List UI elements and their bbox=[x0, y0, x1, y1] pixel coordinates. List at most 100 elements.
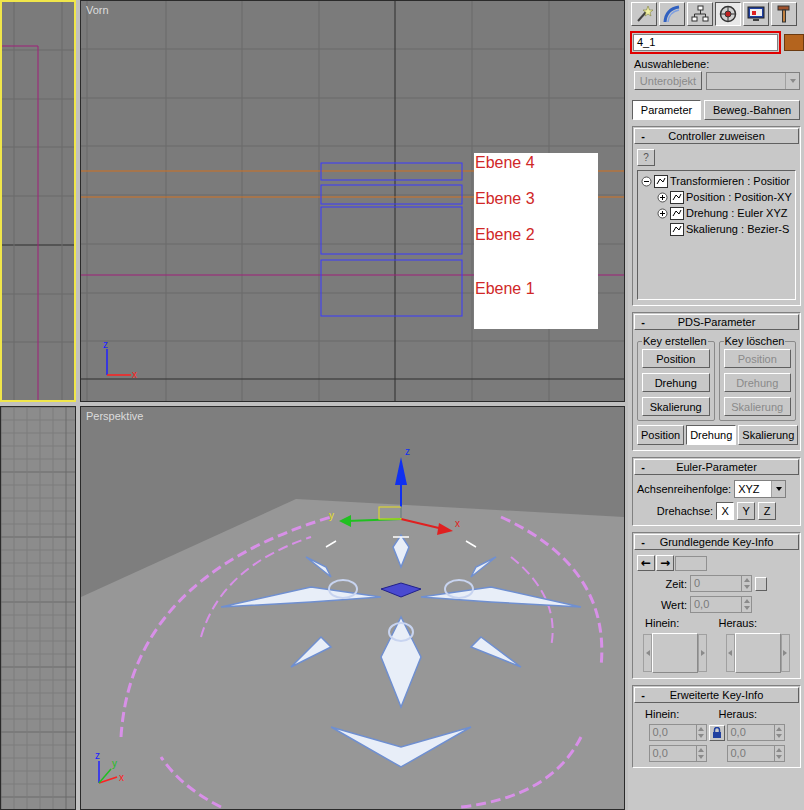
spinner-arrows[interactable] bbox=[775, 724, 785, 741]
axis-button[interactable]: Z bbox=[758, 502, 776, 520]
collapse-icon[interactable] bbox=[641, 176, 652, 187]
tangent-button[interactable] bbox=[735, 633, 781, 673]
motion-tab[interactable]: Beweg.-Bahnen bbox=[704, 100, 800, 120]
expand-icon[interactable] bbox=[657, 208, 668, 219]
rollout-collapse[interactable]: - bbox=[635, 689, 651, 701]
tree-item[interactable]: Transformieren : Positior bbox=[641, 173, 795, 189]
tree-item[interactable]: Skalierung : Bezier-S bbox=[641, 221, 795, 237]
axis-button[interactable]: Y bbox=[737, 502, 755, 520]
arrow-down-icon bbox=[698, 755, 704, 759]
viewport-label[interactable]: Perspektive bbox=[86, 410, 143, 422]
panel-tab[interactable] bbox=[659, 2, 685, 26]
in-label: Hinein: bbox=[645, 617, 715, 629]
tree-item[interactable]: Position : Position-XY bbox=[641, 189, 795, 205]
rollout-title: Erweiterte Key-Info bbox=[651, 689, 782, 701]
spinner-arrows[interactable] bbox=[697, 724, 707, 741]
key-button[interactable]: Drehung bbox=[642, 373, 710, 392]
euler-rollout: -Euler-ParameterAchsenreihenfolge:XYZDre… bbox=[632, 457, 801, 526]
lock-button[interactable] bbox=[709, 725, 725, 741]
controller-icon bbox=[670, 191, 684, 204]
axis-tripod-icon: zx bbox=[103, 339, 137, 380]
in-label: Hinein: bbox=[645, 708, 715, 720]
object-name-field[interactable]: 4_1 bbox=[633, 34, 778, 51]
key-button[interactable]: Skalierung bbox=[724, 397, 792, 416]
spinner[interactable]: 0,0 bbox=[649, 745, 707, 762]
svg-text:y: y bbox=[329, 510, 334, 521]
spinner[interactable]: 0,0 bbox=[727, 724, 785, 741]
next-key-button[interactable]: → bbox=[656, 555, 674, 571]
move-gizmo-icon[interactable]: zyx bbox=[329, 446, 460, 535]
rollout-header[interactable]: -Grundlegende Key-Info bbox=[634, 534, 799, 550]
rollout-collapse[interactable]: - bbox=[635, 130, 651, 142]
rollout-header[interactable]: -Controller zuweisen bbox=[634, 128, 799, 144]
axis-tripod-icon: zxy bbox=[95, 750, 124, 783]
display-icon bbox=[746, 4, 766, 24]
spinner-field[interactable]: 0,0 bbox=[649, 724, 697, 741]
spinner-field[interactable]: 0,0 bbox=[727, 745, 775, 762]
rollout-collapse[interactable]: - bbox=[635, 461, 651, 473]
subobject-button[interactable]: Unterobjekt bbox=[634, 71, 702, 90]
key-button[interactable]: Drehung bbox=[724, 373, 792, 392]
perspective-scene: zyx zxy bbox=[81, 407, 625, 810]
spinner-field[interactable]: 0,0 bbox=[727, 724, 775, 741]
pds-tab[interactable]: Drehung bbox=[686, 425, 736, 445]
prev-key-button[interactable]: ← bbox=[637, 555, 655, 571]
motion-tab[interactable]: Parameter bbox=[632, 100, 701, 120]
spinner[interactable]: 0 bbox=[690, 575, 752, 592]
panel-tab[interactable] bbox=[715, 2, 741, 26]
spinner[interactable]: 0,0 bbox=[727, 745, 785, 762]
perspective-viewport[interactable]: zyx zxy Perspektive bbox=[80, 406, 625, 810]
layer-label: Ebene 3 bbox=[475, 190, 535, 208]
front-viewport[interactable]: zxVornEbene 4Ebene 3Ebene 2Ebene 1 bbox=[80, 0, 625, 402]
axis-order-dropdown[interactable]: XYZ bbox=[734, 480, 786, 498]
motion-icon bbox=[718, 4, 738, 24]
svg-text:x: x bbox=[132, 369, 137, 380]
tangent-next-button[interactable] bbox=[781, 634, 790, 672]
arrow-down-icon bbox=[744, 606, 750, 610]
rollout-header[interactable]: -PDS-Parameter bbox=[634, 314, 799, 330]
tangent-prev-button[interactable] bbox=[643, 634, 652, 672]
object-color-swatch[interactable] bbox=[784, 34, 804, 51]
rollout-header[interactable]: -Euler-Parameter bbox=[634, 459, 799, 475]
spinner-arrows[interactable] bbox=[775, 745, 785, 762]
axis-button[interactable]: X bbox=[716, 502, 734, 520]
rollout-collapse[interactable]: - bbox=[635, 536, 651, 548]
spinner-arrows[interactable] bbox=[742, 596, 752, 613]
spinner-arrows[interactable] bbox=[742, 575, 752, 592]
expand-icon[interactable] bbox=[657, 192, 668, 203]
bottom-left-viewport[interactable] bbox=[0, 406, 76, 810]
panel-tab[interactable] bbox=[743, 2, 769, 26]
top-left-viewport[interactable] bbox=[0, 0, 76, 402]
assign-controller-rollout: -Controller zuweisen? Transformieren : Po… bbox=[632, 126, 801, 306]
key-button[interactable]: Position bbox=[642, 349, 710, 368]
panel-tab[interactable] bbox=[631, 2, 657, 26]
panel-tab[interactable] bbox=[687, 2, 713, 26]
tree-item[interactable]: Drehung : Euler XYZ bbox=[641, 205, 795, 221]
rollout-header[interactable]: -Erweiterte Key-Info bbox=[634, 687, 799, 703]
spinner-field[interactable]: 0,0 bbox=[649, 745, 697, 762]
tangent-group bbox=[637, 633, 714, 673]
tangent-prev-button[interactable] bbox=[726, 634, 735, 672]
spinner[interactable]: 0,0 bbox=[649, 724, 707, 741]
spinner-field[interactable]: 0,0 bbox=[690, 596, 742, 613]
panel-tab[interactable] bbox=[771, 2, 797, 26]
rollout-collapse[interactable]: - bbox=[635, 316, 651, 328]
pds-rollout: -PDS-ParameterKey erstellenPositionDrehu… bbox=[632, 312, 801, 451]
spinner[interactable]: 0,0 bbox=[690, 596, 752, 613]
assign-controller-button[interactable]: ? bbox=[637, 149, 655, 166]
spinner-field[interactable]: 0 bbox=[690, 575, 742, 592]
spinner-arrows[interactable] bbox=[697, 745, 707, 762]
selected-object-icon[interactable] bbox=[381, 583, 421, 597]
key-number-field[interactable] bbox=[675, 556, 707, 571]
pds-tab[interactable]: Position bbox=[637, 425, 684, 445]
selection-level-label: Auswahlebene: bbox=[628, 54, 804, 71]
key-button[interactable]: Skalierung bbox=[642, 397, 710, 416]
subobject-dropdown[interactable] bbox=[706, 72, 800, 90]
time-lock-button[interactable] bbox=[755, 577, 767, 591]
tangent-next-button[interactable] bbox=[698, 634, 707, 672]
pds-tab[interactable]: Skalierung bbox=[738, 425, 798, 445]
tangent-button[interactable] bbox=[652, 633, 698, 673]
magic-circle-icon bbox=[121, 517, 602, 807]
key-button[interactable]: Position bbox=[724, 349, 792, 368]
viewport-label[interactable]: Vorn bbox=[86, 4, 109, 16]
